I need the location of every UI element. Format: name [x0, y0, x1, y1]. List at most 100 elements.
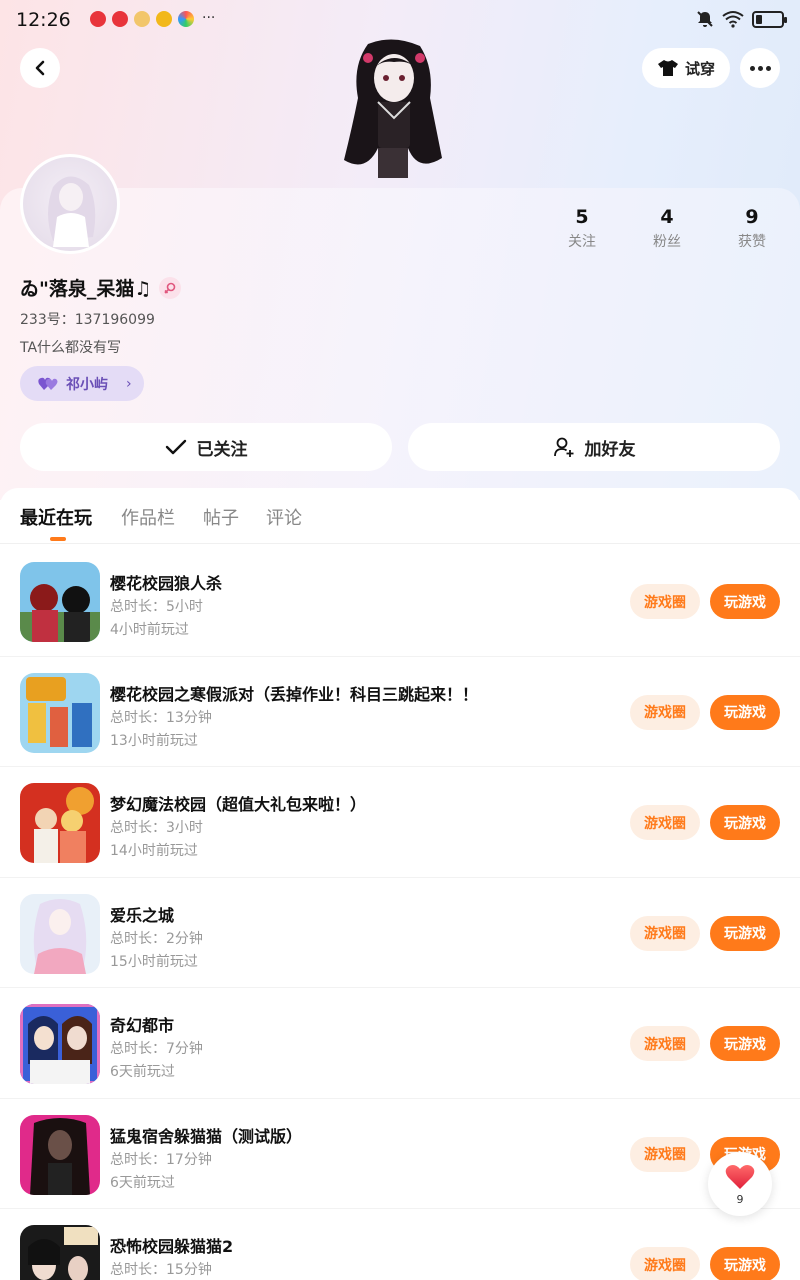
heart-icon [725, 1164, 755, 1189]
tab-comments[interactable]: 评论 [266, 504, 302, 530]
play-game-button[interactable]: 玩游戏 [710, 1247, 780, 1280]
followed-label: 已关注 [196, 439, 248, 460]
game-title: 恐怖校园躲猫猫2 [110, 1237, 234, 1256]
game-duration: 总时长：17分钟 [110, 1151, 212, 1168]
floating-like-button[interactable]: 9 [708, 1152, 772, 1216]
app-notification-icon [156, 11, 172, 27]
game-title: 樱花校园狼人杀 [110, 574, 223, 593]
stat-following[interactable]: 5 关注 [552, 205, 612, 251]
play-game-button[interactable]: 玩游戏 [710, 1026, 780, 1061]
game-icon[interactable] [20, 1114, 100, 1195]
game-icon[interactable] [20, 672, 100, 753]
app-notification-icon [178, 11, 194, 27]
game-circle-button[interactable]: 游戏圈 [630, 915, 700, 951]
list-item[interactable]: 奇幻都市 总时长：7分钟 6天前玩过 游戏圈 玩游戏 [0, 988, 800, 1099]
game-circle-button[interactable]: 游戏圈 [630, 694, 700, 730]
tab-recently-played[interactable]: 最近在玩 [20, 504, 92, 530]
game-icon[interactable] [20, 562, 100, 642]
game-duration: 总时长：13分钟 [110, 709, 212, 726]
game-last-played: 14小时前玩过 [110, 843, 198, 859]
more-notifications-icon: ··· [202, 10, 216, 26]
list-item[interactable]: 爱乐之城 总时长：2分钟 15小时前玩过 游戏圈 玩游戏 [0, 878, 800, 988]
game-icon[interactable] [20, 893, 100, 974]
app-notification-icon [90, 11, 106, 27]
profile-nickname: ゐ"落泉_呆猫♫ [20, 278, 152, 300]
game-circle-button[interactable]: 游戏圈 [630, 584, 700, 619]
stat-following-count: 5 [575, 206, 589, 228]
game-last-played: 6天前玩过 [110, 1064, 175, 1080]
game-duration: 总时长：5小时 [110, 599, 203, 615]
game-title: 爱乐之城 [110, 905, 175, 925]
wifi-icon [722, 11, 744, 28]
game-circle-button[interactable]: 游戏圈 [630, 1247, 700, 1280]
game-duration: 总时长：2分钟 [110, 930, 203, 947]
play-game-button[interactable]: 玩游戏 [710, 694, 780, 730]
back-button[interactable] [20, 48, 60, 88]
game-duration: 总时长：15分钟 [110, 1262, 212, 1278]
game-title: 梦幻魔法校园（超值大礼包来啦！） [110, 795, 367, 814]
tshirt-icon [657, 60, 678, 76]
stat-fans[interactable]: 4 粉丝 [637, 205, 697, 251]
game-circle-button[interactable]: 游戏圈 [630, 1136, 700, 1172]
more-options-button[interactable] [740, 48, 780, 88]
mute-icon [697, 11, 713, 27]
try-on-label: 试穿 [684, 59, 715, 78]
chevron-right-icon: › [126, 375, 132, 392]
stat-likes[interactable]: 9 获赞 [722, 205, 782, 251]
status-bar: 12:26 ··· [0, 0, 800, 40]
recent-games-list: 樱花校园狼人杀 总时长：5小时 4小时前玩过 游戏圈 玩游戏 樱花校园之寒假派对… [0, 546, 800, 1280]
stat-fans-label: 粉丝 [653, 234, 681, 250]
check-icon [165, 439, 186, 455]
list-item[interactable]: 梦幻魔法校园（超值大礼包来啦！） 总时长：3小时 14小时前玩过 游戏圈 玩游戏 [0, 767, 800, 878]
game-circle-button[interactable]: 游戏圈 [630, 805, 700, 840]
stat-fans-count: 4 [660, 206, 674, 228]
game-icon[interactable] [20, 1225, 100, 1280]
cp-name: 祁小屿 [66, 376, 108, 393]
game-title: 猛鬼宿舍躲猫猫（测试版） [110, 1126, 303, 1146]
cp-relation-badge[interactable]: 祁小屿 › [20, 366, 144, 401]
list-item[interactable]: 樱花校园之寒假派对（丢掉作业！科目三跳起来！！ 总时长：13分钟 13小时前玩过… [0, 657, 800, 767]
double-heart-icon [38, 377, 58, 390]
play-game-button[interactable]: 玩游戏 [710, 584, 780, 619]
game-title: 奇幻都市 [110, 1016, 175, 1035]
list-item[interactable]: 恐怖校园躲猫猫2 总时长：15分钟 游戏圈 玩游戏 [0, 1209, 800, 1280]
game-duration: 总时长：7分钟 [110, 1041, 203, 1057]
tab-works[interactable]: 作品栏 [121, 504, 175, 530]
game-last-played: 4小时前玩过 [110, 622, 189, 638]
game-icon[interactable] [20, 1004, 100, 1084]
dot-icon [757, 65, 763, 71]
profile-bio: TA什么都没有写 [20, 340, 122, 356]
tab-active-indicator [50, 537, 66, 541]
game-circle-button[interactable]: 游戏圈 [630, 1026, 700, 1061]
play-game-button[interactable]: 玩游戏 [710, 805, 780, 840]
app-notification-icon [112, 11, 128, 27]
list-item[interactable]: 猛鬼宿舍躲猫猫（测试版） 总时长：17分钟 6天前玩过 游戏圈 玩游戏 [0, 1099, 800, 1209]
chevron-left-icon [35, 60, 45, 76]
female-gender-icon [159, 276, 182, 299]
stat-likes-count: 9 [745, 206, 759, 228]
add-friend-button[interactable]: 加好友 [408, 423, 780, 471]
game-icon[interactable] [20, 783, 100, 863]
stat-following-label: 关注 [568, 234, 596, 250]
battery-icon [752, 10, 787, 28]
game-last-played: 13小时前玩过 [110, 732, 198, 749]
tab-posts[interactable]: 帖子 [203, 504, 239, 530]
avatar-character-figure [338, 38, 448, 188]
notification-icons: ··· [90, 11, 215, 27]
add-user-icon [553, 437, 573, 457]
profile-nickname-row: ゐ"落泉_呆猫♫ [20, 274, 182, 301]
status-time: 12:26 [16, 9, 71, 31]
app-notification-icon [134, 11, 150, 27]
like-count: 9 [736, 1192, 744, 1206]
profile-stats: 5 关注 4 粉丝 9 获赞 [540, 205, 800, 255]
list-item[interactable]: 樱花校园狼人杀 总时长：5小时 4小时前玩过 游戏圈 玩游戏 [0, 546, 800, 657]
game-last-played: 6天前玩过 [110, 1174, 175, 1191]
play-game-button[interactable]: 玩游戏 [710, 915, 780, 951]
game-title: 樱花校园之寒假派对（丢掉作业！科目三跳起来！！ [110, 684, 479, 704]
avatar[interactable] [20, 154, 120, 254]
add-friend-label: 加好友 [584, 439, 636, 460]
game-duration: 总时长：3小时 [110, 820, 203, 836]
game-last-played: 15小时前玩过 [110, 953, 198, 970]
try-on-button[interactable]: 试穿 [642, 48, 730, 88]
followed-button[interactable]: 已关注 [20, 423, 392, 471]
